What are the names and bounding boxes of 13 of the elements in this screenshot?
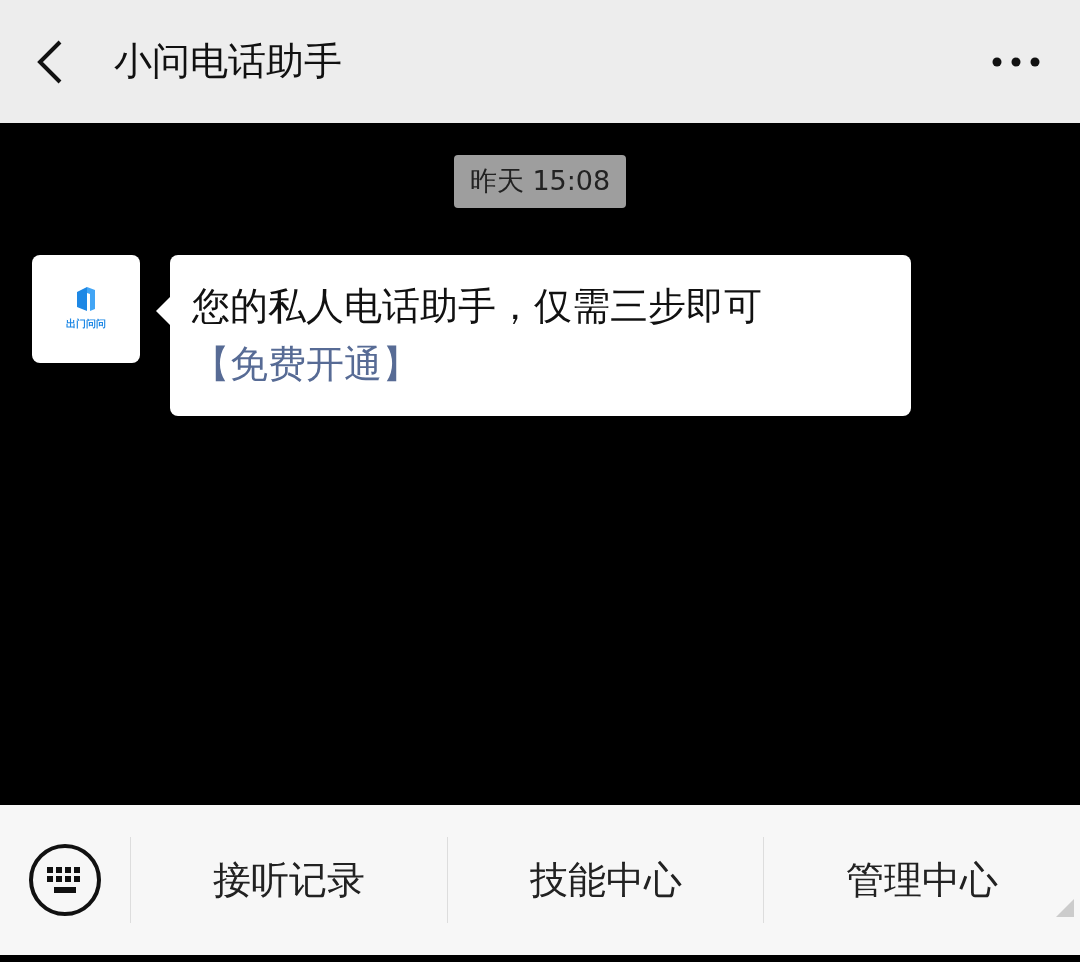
logo-text: 出门问问 xyxy=(66,317,106,331)
menu-button[interactable]: 接听记录 xyxy=(130,837,447,923)
avatar[interactable]: 出门问问 xyxy=(32,254,140,363)
submenu-indicator-icon xyxy=(1056,899,1074,917)
message-text: 您的私人电话助手，仅需三步即可 【免费开通】 xyxy=(192,282,763,389)
menu-button[interactable]: 技能中心 xyxy=(446,837,764,923)
chat-title: 小问电话助手 xyxy=(114,38,342,85)
timestamp: 昨天 15:08 xyxy=(453,155,627,208)
activation-link[interactable]: 【免费开通】 xyxy=(192,342,420,387)
menu-button[interactable]: 管理中心 xyxy=(763,837,1080,923)
keyboard-icon[interactable] xyxy=(28,843,102,917)
logo-icon xyxy=(75,286,97,312)
more-icon[interactable] xyxy=(992,56,1040,67)
